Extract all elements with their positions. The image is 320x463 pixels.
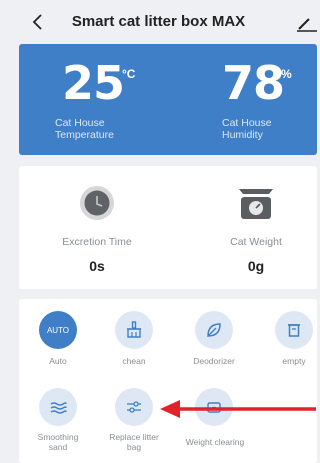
leaf-icon: [207, 323, 221, 337]
empty-button[interactable]: [275, 311, 313, 349]
annotation-arrow: [158, 398, 317, 425]
replace-litter-bag-label: Replace litter bag: [109, 432, 159, 452]
page-title: Smart cat litter box MAX: [71, 13, 246, 30]
smoothing-sand-button[interactable]: [39, 388, 77, 426]
clean-button[interactable]: [115, 311, 153, 349]
deodorizer-label: Deodorizer: [193, 356, 235, 366]
scale-icon: [236, 187, 276, 226]
clean-label: chean: [122, 356, 146, 366]
auto-icon: AUTO: [46, 325, 70, 335]
humidity-label: Cat House Humidity: [222, 117, 272, 141]
auto-label: Auto: [49, 356, 67, 366]
edit-button[interactable]: [296, 12, 317, 34]
temperature-unit: °C: [122, 67, 136, 81]
cat-weight-value: 0g: [247, 258, 265, 274]
broom-icon: [127, 321, 141, 338]
cat-weight-label: Cat Weight: [230, 236, 282, 248]
sliders-icon: [127, 401, 141, 413]
smoothing-sand-label: Smoothing sand: [37, 432, 79, 452]
replace-litter-bag-button[interactable]: [115, 388, 153, 426]
temperature-value: 25: [62, 56, 125, 110]
temperature-label: Cat House Temperature: [55, 117, 114, 141]
auto-button[interactable]: AUTO: [39, 311, 77, 349]
waves-icon: [50, 402, 67, 414]
weight-clearing-label: Weight clearing: [185, 437, 245, 447]
clock-icon: [79, 185, 115, 226]
deodorizer-button[interactable]: [195, 311, 233, 349]
trash-icon: [288, 324, 300, 337]
empty-label: empty: [282, 356, 306, 366]
humidity-value: 78: [222, 56, 285, 110]
humidity-unit: %: [281, 67, 292, 81]
pencil-icon: [297, 18, 317, 32]
excretion-time-value: 0s: [89, 258, 105, 274]
excretion-time-label: Excretion Time: [62, 236, 132, 248]
